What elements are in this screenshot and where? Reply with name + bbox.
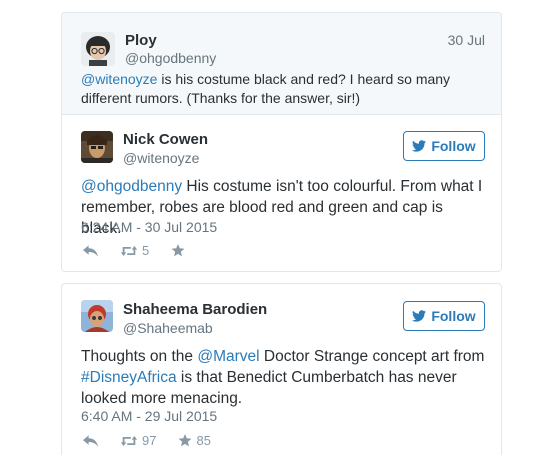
author-handle[interactable]: @witenoyze — [123, 150, 199, 166]
reply-arrow-icon — [83, 434, 98, 447]
star-icon — [171, 244, 185, 257]
tweet-text: @witenoyze is his costume black and red?… — [81, 70, 487, 108]
follow-label: Follow — [431, 308, 476, 324]
retweet-icon — [120, 435, 138, 446]
mention-link[interactable]: @Marvel — [197, 348, 259, 365]
retweet-button[interactable]: 97 — [120, 433, 156, 448]
follow-label: Follow — [431, 138, 476, 154]
reply-arrow-icon — [83, 244, 98, 257]
tweet-timestamp[interactable]: 6:40 AM - 29 Jul 2015 — [81, 408, 217, 424]
tweet-actions: 97 85 — [83, 433, 233, 448]
twitter-bird-icon — [412, 310, 427, 322]
favorite-button[interactable]: 85 — [178, 433, 211, 448]
avatar[interactable] — [81, 300, 113, 332]
author-name[interactable]: Nick Cowen — [123, 131, 208, 148]
tweet-card: Nick Cowen @witenoyze Follow @ohgodbenny… — [61, 114, 502, 272]
tweet-text-body: Doctor Strange concept art from — [259, 348, 485, 365]
reply-button[interactable] — [83, 244, 98, 257]
avatar[interactable] — [81, 131, 113, 163]
author-name[interactable]: Ploy — [125, 32, 157, 49]
retweet-button[interactable]: 5 — [120, 243, 149, 258]
tweet-text: Thoughts on the @Marvel Doctor Strange c… — [81, 346, 487, 409]
retweet-count: 5 — [142, 243, 150, 258]
author-handle[interactable]: @ohgodbenny — [125, 50, 216, 66]
hashtag-link[interactable]: #DisneyAfrica — [81, 369, 177, 386]
mention-link[interactable]: @ohgodbenny — [81, 178, 182, 195]
favorite-count: 85 — [196, 433, 211, 448]
tweet-date[interactable]: 30 Jul — [448, 32, 485, 48]
reply-tweet-card: Ploy @ohgodbenny 30 Jul @witenoyze is hi… — [61, 12, 502, 114]
mention-link[interactable]: @witenoyze — [81, 71, 157, 87]
tweet-card: Shaheema Barodien @Shaheemab Follow Thou… — [61, 283, 502, 455]
favorite-button[interactable] — [171, 244, 189, 257]
avatar[interactable] — [81, 32, 115, 66]
star-icon — [179, 434, 192, 447]
twitter-bird-icon — [412, 140, 427, 152]
follow-button[interactable]: Follow — [403, 131, 485, 161]
retweet-icon — [120, 245, 138, 256]
author-name[interactable]: Shaheema Barodien — [123, 301, 267, 318]
tweet-actions: 5 — [83, 243, 211, 258]
reply-button[interactable] — [83, 434, 98, 447]
tweet-timestamp[interactable]: 6:24 AM - 30 Jul 2015 — [81, 219, 217, 235]
follow-button[interactable]: Follow — [403, 301, 485, 331]
author-handle[interactable]: @Shaheemab — [123, 320, 213, 336]
tweet-text-body: Thoughts on the — [81, 348, 198, 365]
retweet-count: 97 — [142, 433, 157, 448]
